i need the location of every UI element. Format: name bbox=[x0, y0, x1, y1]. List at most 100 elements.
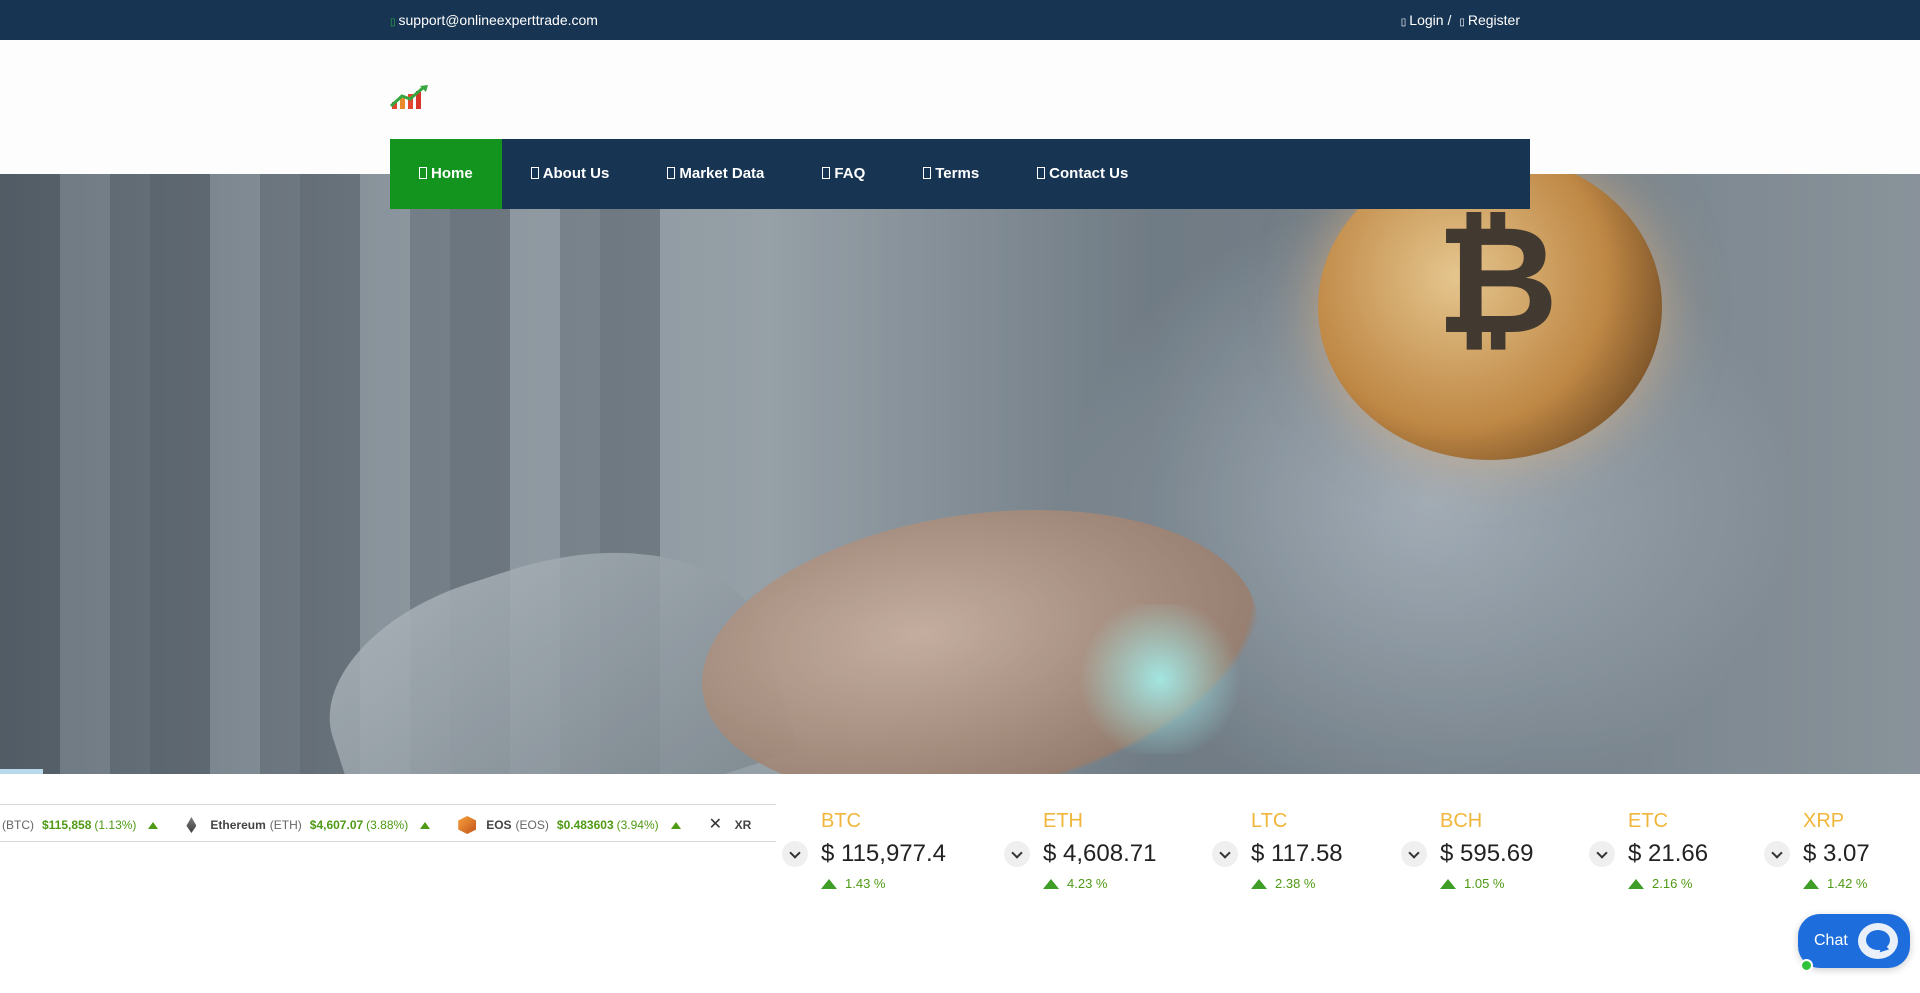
info-icon bbox=[530, 167, 539, 179]
main-nav: Home About Us Market Data FAQ Terms Cont… bbox=[390, 139, 1530, 209]
ticker-item-btc[interactable]: (BTC) $115,858 (1.13%) bbox=[0, 816, 159, 834]
price-change-text: 1.05 % bbox=[1464, 876, 1505, 891]
nav-faq[interactable]: FAQ bbox=[793, 139, 894, 209]
ticker-item-eth[interactable]: Ethereum (ETH) $4,607.07 (3.88%) bbox=[186, 816, 431, 834]
nav-home[interactable]: Home bbox=[390, 139, 502, 209]
support-email-text: support@onlineexperttrade.com bbox=[398, 12, 598, 28]
price-change: 1.05 % bbox=[1440, 876, 1504, 891]
chevron-down-icon[interactable] bbox=[1589, 841, 1615, 867]
ticker-symbol: (ETH) bbox=[269, 818, 302, 832]
chevron-down-icon[interactable] bbox=[1764, 841, 1790, 867]
ticker-name: XR bbox=[734, 818, 752, 832]
nav-contact-us[interactable]: Contact Us bbox=[1008, 139, 1157, 209]
hero-banner: ₿ bbox=[0, 174, 1920, 774]
price-symbol: BCH bbox=[1440, 810, 1483, 832]
login-label: Login / bbox=[1409, 12, 1452, 28]
chat-label: Chat bbox=[1814, 932, 1848, 949]
ticker-price: $0.483603 bbox=[556, 818, 614, 832]
nav-market-data-label: Market Data bbox=[679, 165, 765, 182]
xrp-icon: ✕ bbox=[708, 816, 723, 833]
up-arrow-icon bbox=[420, 821, 431, 829]
up-arrow-icon bbox=[821, 878, 837, 889]
logo-chart-icon bbox=[389, 85, 428, 109]
nav-faq-label: FAQ bbox=[834, 165, 866, 182]
up-arrow-icon bbox=[1251, 878, 1267, 889]
ticker-item-xrp[interactable]: ✕ XR bbox=[709, 816, 752, 834]
price-value: $ 4,608.71 bbox=[1043, 840, 1157, 867]
chevron-down-icon[interactable] bbox=[1004, 841, 1030, 867]
price-change: 2.38 % bbox=[1251, 876, 1315, 891]
chart-icon bbox=[667, 167, 676, 179]
ticker-track: (BTC) $115,858 (1.13%) Ethereum (ETH) $4… bbox=[0, 816, 776, 834]
top-bar: ▯ support@onlineexperttrade.com ▯ Login / … bbox=[0, 0, 1920, 40]
nav-terms-label: Terms bbox=[935, 165, 980, 182]
ticker-price: $4,607.07 bbox=[309, 818, 364, 832]
file-icon bbox=[923, 167, 932, 179]
ticker-name: EOS bbox=[486, 818, 512, 832]
ticker-price: $115,858 bbox=[42, 818, 92, 832]
register-label: Register bbox=[1467, 12, 1520, 28]
price-change-text: 2.16 % bbox=[1652, 876, 1693, 891]
price-change-text: 1.42 % bbox=[1827, 876, 1868, 891]
chevron-down-icon[interactable] bbox=[1401, 841, 1427, 867]
chat-bubble-icon bbox=[1858, 923, 1898, 959]
ticker-name: Ethereum bbox=[210, 818, 266, 832]
phone-icon bbox=[1037, 167, 1046, 179]
hero-overlay bbox=[0, 174, 1920, 774]
ticker-change: (1.13%) bbox=[94, 818, 137, 832]
price-change: 4.23 % bbox=[1043, 876, 1107, 891]
ticker-symbol: (BTC) bbox=[2, 818, 34, 832]
support-email[interactable]: ▯ support@onlineexperttrade.com bbox=[390, 12, 598, 28]
nav-about-us[interactable]: About Us bbox=[502, 139, 639, 209]
crypto-ticker: (BTC) $115,858 (1.13%) Ethereum (ETH) $4… bbox=[0, 804, 776, 842]
chat-button[interactable]: Chat bbox=[1798, 914, 1910, 972]
site-logo[interactable] bbox=[389, 84, 430, 110]
ticker-change: (3.88%) bbox=[366, 818, 409, 832]
register-link[interactable]: ▯ Register bbox=[1459, 12, 1520, 28]
chevron-down-icon[interactable] bbox=[782, 841, 808, 867]
price-symbol: BTC bbox=[821, 810, 861, 832]
home-icon bbox=[419, 167, 427, 179]
user-icon: ▯ bbox=[1400, 17, 1407, 28]
nav-market-data[interactable]: Market Data bbox=[638, 139, 793, 209]
price-change: 1.43 % bbox=[821, 876, 885, 891]
price-symbol: LTC bbox=[1251, 810, 1288, 832]
ticker-item-eos[interactable]: EOS (EOS) $0.483603 (3.94%) bbox=[458, 816, 681, 834]
up-arrow-icon bbox=[1440, 878, 1456, 889]
price-change-text: 1.43 % bbox=[845, 876, 886, 891]
price-symbol: ETH bbox=[1043, 810, 1083, 832]
chat-bubble-shape bbox=[1866, 930, 1890, 950]
up-arrow-icon bbox=[1628, 878, 1644, 889]
user-plus-icon: ▯ bbox=[1459, 17, 1465, 28]
price-change: 1.42 % bbox=[1803, 876, 1867, 891]
up-arrow-icon bbox=[670, 821, 681, 829]
login-link[interactable]: ▯ Login / bbox=[1401, 12, 1452, 28]
question-icon bbox=[822, 167, 831, 179]
price-symbol: ETC bbox=[1628, 810, 1668, 832]
up-arrow-icon bbox=[1043, 878, 1059, 889]
price-value: $ 117.58 bbox=[1251, 840, 1343, 867]
up-arrow-icon bbox=[1803, 878, 1819, 889]
nav-terms[interactable]: Terms bbox=[894, 139, 1008, 209]
price-value: $ 115,977.4 bbox=[821, 840, 947, 867]
price-value: $ 3.07 bbox=[1803, 840, 1870, 867]
eos-icon bbox=[458, 816, 477, 834]
nav-home-label: Home bbox=[431, 165, 473, 182]
ticker-symbol: (EOS) bbox=[515, 818, 549, 832]
price-change: 2.16 % bbox=[1628, 876, 1692, 891]
envelope-icon: ▯ bbox=[390, 17, 396, 28]
price-change-text: 4.23 % bbox=[1067, 876, 1108, 891]
price-symbol: XRP bbox=[1803, 810, 1845, 832]
auth-links: ▯ Login / ▯ Register bbox=[1401, 12, 1520, 28]
price-value: $ 595.69 bbox=[1440, 840, 1534, 867]
chevron-down-icon[interactable] bbox=[1212, 841, 1238, 867]
ethereum-icon bbox=[186, 817, 197, 833]
online-status-dot bbox=[1800, 959, 1813, 972]
nav-about-us-label: About Us bbox=[542, 165, 610, 182]
up-arrow-icon bbox=[148, 821, 159, 829]
price-change-text: 2.38 % bbox=[1275, 876, 1316, 891]
slider-progress-indicator bbox=[0, 769, 43, 774]
nav-contact-us-label: Contact Us bbox=[1049, 165, 1129, 182]
price-value: $ 21.66 bbox=[1628, 840, 1709, 867]
ticker-change: (3.94%) bbox=[616, 818, 659, 832]
